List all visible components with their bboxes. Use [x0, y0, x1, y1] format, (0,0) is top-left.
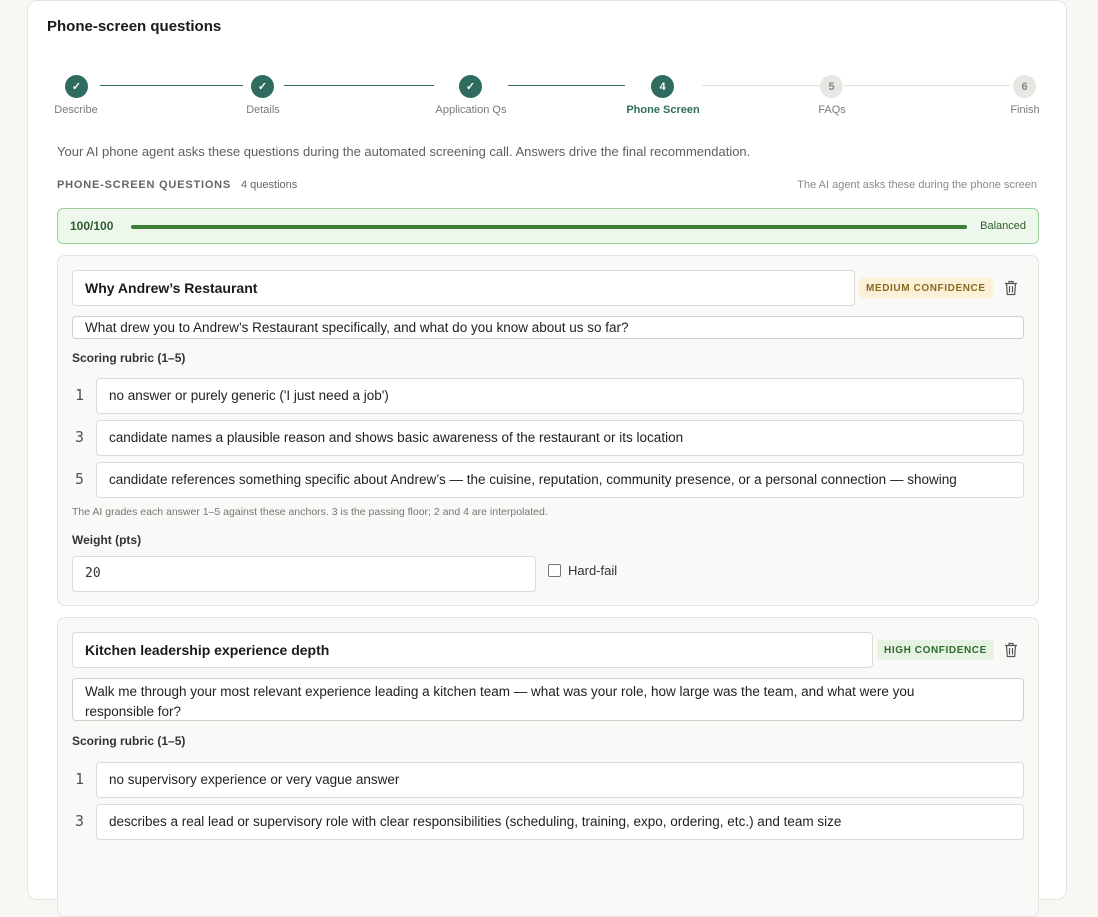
- step-phone-screen-number[interactable]: 4: [651, 75, 674, 98]
- weight-balance-bar: 100/100 Balanced: [57, 208, 1039, 244]
- weight-track: [131, 225, 967, 229]
- weight-input[interactable]: 20: [72, 556, 536, 592]
- step-label-application-qs[interactable]: Application Qs: [436, 104, 507, 116]
- rubric-score: 1: [75, 386, 85, 404]
- section-heading: PHONE-SCREEN QUESTIONS: [57, 179, 232, 191]
- rubric-row: 5 candidate references something specifi…: [72, 462, 1024, 498]
- step-label-phone-screen[interactable]: Phone Screen: [626, 104, 699, 116]
- rubric-anchor-input[interactable]: candidate references something specific …: [96, 462, 1024, 498]
- intro-text: Your AI phone agent asks these questions…: [57, 144, 751, 159]
- question-prompt-line: responsible for?: [85, 704, 182, 719]
- rubric-score: 1: [75, 770, 85, 788]
- hard-fail-label: Hard-fail: [568, 563, 618, 578]
- rubric-score: 3: [75, 812, 85, 830]
- step-describe-check-icon[interactable]: ✓: [65, 75, 88, 98]
- question-prompt-textarea[interactable]: Walk me through your most relevant exper…: [72, 678, 1024, 721]
- rubric-label: Scoring rubric (1–5): [72, 734, 186, 748]
- step-finish-number[interactable]: 6: [1013, 75, 1036, 98]
- question-prompt-line: Walk me through your most relevant exper…: [85, 684, 915, 699]
- rubric-anchor-input[interactable]: candidate names a plausible reason and s…: [96, 420, 1024, 456]
- rubric-score: 5: [75, 470, 85, 488]
- step-details-check-icon[interactable]: ✓: [251, 75, 274, 98]
- weight-total: 100/100: [70, 219, 114, 233]
- step-label-describe[interactable]: Describe: [54, 104, 97, 116]
- rubric-label: Scoring rubric (1–5): [72, 351, 186, 365]
- rubric-row: 1 no answer or purely generic ('I just n…: [72, 378, 1024, 414]
- wizard-stepper: ✓ Describe ✓ Details ✓ Application Qs 4 …: [28, 1, 1068, 131]
- step-connector: [508, 85, 625, 86]
- step-connector: [100, 85, 243, 86]
- rubric-anchor-input[interactable]: no answer or purely generic ('I just nee…: [96, 378, 1024, 414]
- step-connector: [284, 85, 434, 86]
- step-label-faqs[interactable]: FAQs: [818, 104, 846, 116]
- section-note: The AI agent asks these during the phone…: [797, 179, 1037, 191]
- confidence-badge: HIGH CONFIDENCE: [877, 640, 994, 660]
- question-prompt-textarea[interactable]: What drew you to Andrew’s Restaurant spe…: [72, 316, 1024, 339]
- rubric-score: 3: [75, 428, 85, 446]
- rubric-hint: The AI grades each answer 1–5 against th…: [72, 506, 548, 518]
- question-card: Kitchen leadership experience depth HIGH…: [57, 617, 1039, 917]
- hard-fail-toggle[interactable]: Hard-fail: [548, 563, 617, 578]
- rubric-anchor-input[interactable]: describes a real lead or supervisory rol…: [96, 804, 1024, 840]
- weight-fill: [131, 225, 967, 229]
- question-title-input[interactable]: Kitchen leadership experience depth: [72, 632, 873, 668]
- step-application-qs-check-icon[interactable]: ✓: [459, 75, 482, 98]
- step-label-details[interactable]: Details: [246, 104, 280, 116]
- trash-icon[interactable]: [1004, 642, 1018, 658]
- weight-label: Weight (pts): [72, 533, 142, 547]
- step-faqs-number[interactable]: 5: [820, 75, 843, 98]
- rubric-row: 3 candidate names a plausible reason and…: [72, 420, 1024, 456]
- step-connector: [844, 85, 1010, 86]
- question-count: 4 questions: [241, 179, 298, 191]
- question-title-input[interactable]: Why Andrew’s Restaurant: [72, 270, 855, 306]
- step-connector: [702, 85, 820, 86]
- hard-fail-checkbox[interactable]: [548, 564, 561, 577]
- question-card: Why Andrew’s Restaurant MEDIUM CONFIDENC…: [57, 255, 1039, 606]
- phone-screen-card: Phone-screen questions ✓ Describe ✓ Deta…: [27, 0, 1068, 917]
- confidence-badge: MEDIUM CONFIDENCE: [859, 278, 993, 298]
- rubric-anchor-input[interactable]: no supervisory experience or very vague …: [96, 762, 1024, 798]
- weight-status: Balanced: [980, 220, 1026, 232]
- rubric-row: 1 no supervisory experience or very vagu…: [72, 762, 1024, 798]
- step-label-finish[interactable]: Finish: [1010, 104, 1039, 116]
- trash-icon[interactable]: [1004, 280, 1018, 296]
- rubric-row: 3 describes a real lead or supervisory r…: [72, 804, 1024, 840]
